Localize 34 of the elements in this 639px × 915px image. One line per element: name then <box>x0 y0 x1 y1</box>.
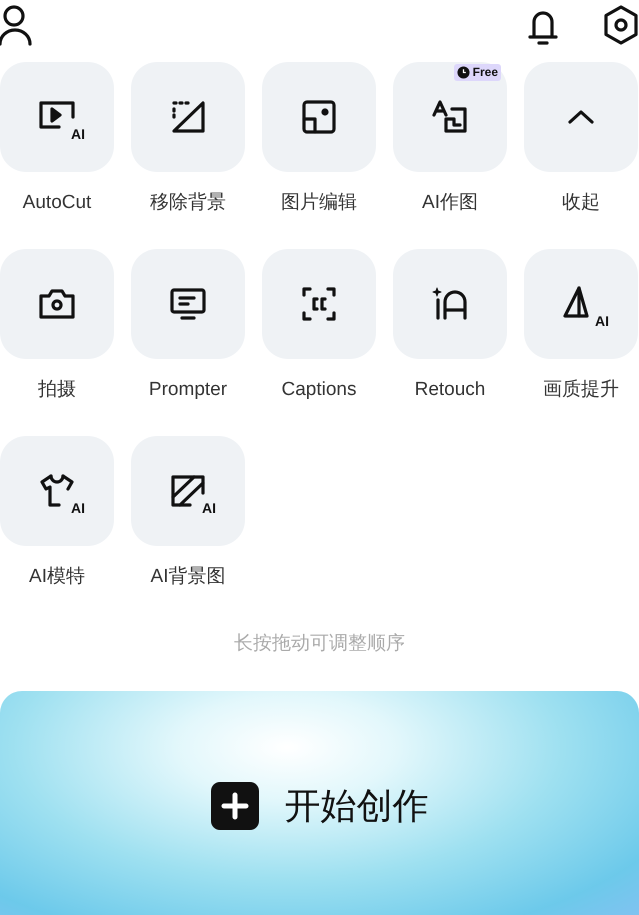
tool-label: Prompter <box>148 378 228 402</box>
settings-icon[interactable] <box>602 4 639 46</box>
ai-tag: AI <box>70 501 86 515</box>
tool-label: 收起 <box>562 191 600 215</box>
tool-button[interactable]: Free <box>393 62 507 172</box>
tool-button[interactable]: AI <box>0 62 114 172</box>
ai-tag: AI <box>201 501 217 515</box>
tool-label: Captions <box>282 378 356 402</box>
tool-label: AutoCut <box>22 191 92 215</box>
tool-button[interactable] <box>393 249 507 359</box>
tool-label: 移除背景 <box>150 191 226 215</box>
tool-label: Retouch <box>414 378 486 402</box>
plus-icon <box>210 782 258 830</box>
tool-button[interactable]: AI <box>0 436 114 546</box>
reorder-hint: 长按拖动可调整顺序 <box>234 632 405 656</box>
ai-tag: AI <box>70 127 86 141</box>
tool-button[interactable]: AI <box>131 436 245 546</box>
tool-label: AI背景图 <box>150 565 226 589</box>
free-badge: Free <box>454 64 501 81</box>
profile-icon[interactable] <box>0 4 34 46</box>
tool-label: 图片编辑 <box>281 191 357 215</box>
tool-button[interactable] <box>0 249 114 359</box>
tool-button[interactable]: AI <box>524 249 638 359</box>
tool-label: 画质提升 <box>543 378 619 402</box>
tool-label: 拍摄 <box>38 378 76 402</box>
tool-label: AI作图 <box>422 191 478 215</box>
ai-tag: AI <box>594 314 610 328</box>
tool-button[interactable] <box>262 249 376 359</box>
start-create-button[interactable]: 开始创作 <box>210 780 428 830</box>
tool-button[interactable] <box>131 62 245 172</box>
tool-button[interactable] <box>131 249 245 359</box>
clock-icon <box>456 66 470 79</box>
tool-label: AI模特 <box>29 565 85 589</box>
tool-button[interactable] <box>262 62 376 172</box>
